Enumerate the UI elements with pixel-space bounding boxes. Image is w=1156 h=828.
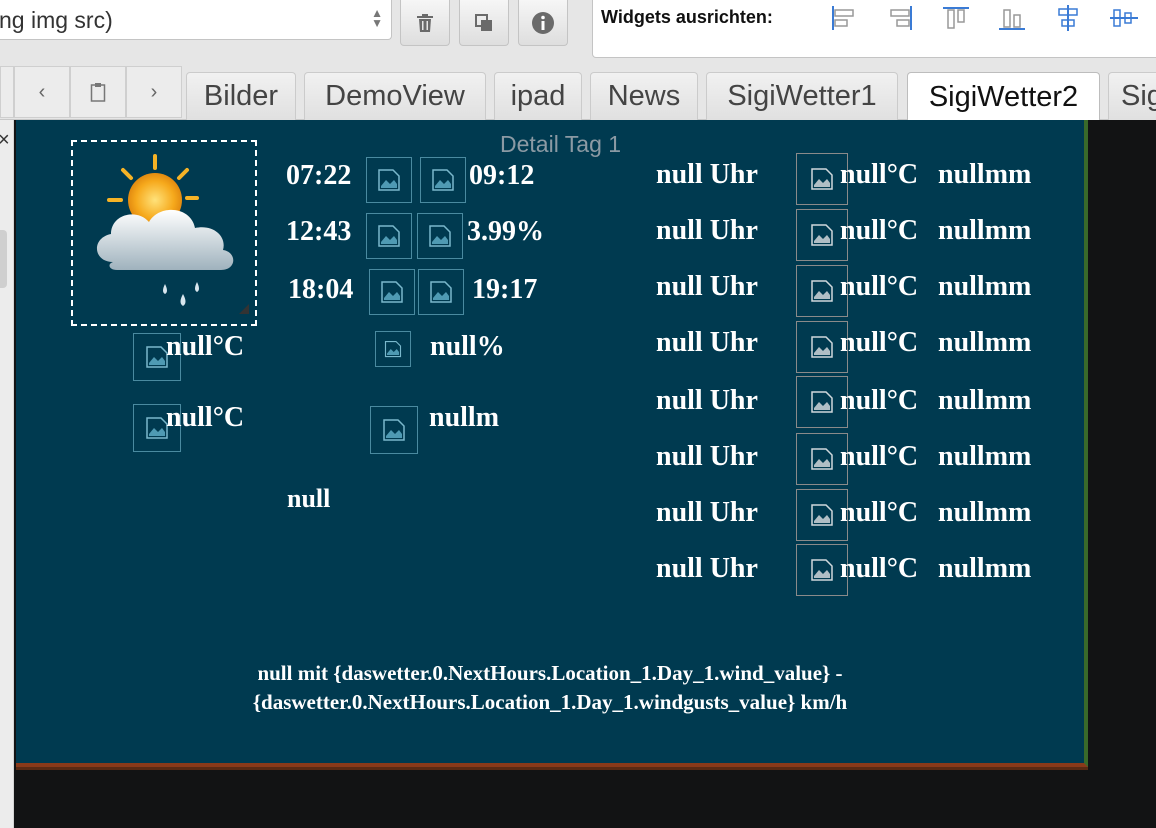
hour-time: null Uhr: [656, 385, 758, 416]
rain-mm: nullm: [429, 402, 500, 433]
trash-icon: [417, 13, 433, 32]
clipboard-icon: [90, 83, 106, 102]
hour-rain: nullmm: [938, 441, 1032, 472]
tab-demoview[interactable]: DemoView: [304, 72, 486, 120]
hour-rain: nullmm: [938, 327, 1032, 358]
tab-prev-button[interactable]: ‹: [14, 66, 70, 118]
wind-text-line1: null mit {daswetter.0.NextHours.Location…: [257, 661, 843, 685]
hour-temp: null°C: [840, 553, 919, 584]
hour-temp: null°C: [840, 327, 919, 358]
tab-news[interactable]: News: [590, 72, 698, 120]
left-sidebar-strip: [0, 120, 14, 828]
hour-time: null Uhr: [656, 553, 758, 584]
view-border-bottom: [16, 767, 1088, 770]
align-right-icon[interactable]: [885, 4, 915, 32]
top-toolbar: ng img src) ▲ ▼ Widgets ausrichten:: [0, 0, 1156, 62]
align-left-icon[interactable]: [829, 4, 859, 32]
align-center-horizontal-icon[interactable]: [1109, 4, 1139, 32]
sunset-time: 09:12: [469, 160, 535, 191]
moonset-time: 18:04: [288, 274, 354, 305]
day-length-time: 19:17: [472, 274, 538, 305]
tab-scroll-edge: [0, 66, 14, 118]
hour-temp: null°C: [840, 441, 919, 472]
broken-image-icon: [366, 157, 412, 203]
view-tab-bar: ‹ › Bilder DemoView ipad News SigiWetter…: [0, 62, 1156, 122]
temp-max: null°C: [166, 331, 245, 362]
tab-list-button[interactable]: [70, 66, 126, 118]
broken-image-icon: [369, 269, 415, 315]
hour-rain: nullmm: [938, 497, 1032, 528]
align-panel: Widgets ausrichten:: [592, 0, 1156, 58]
align-bottom-icon[interactable]: [997, 4, 1027, 32]
tab-ipad[interactable]: ipad: [494, 72, 582, 120]
hour-time: null Uhr: [656, 441, 758, 472]
select-arrows-icon: ▲ ▼: [371, 6, 383, 30]
hour-temp: null°C: [840, 159, 919, 190]
hour-temp: null°C: [840, 271, 919, 302]
delete-button[interactable]: [400, 0, 450, 46]
detail-title: Detail Tag 1: [500, 131, 622, 157]
hour-time: null Uhr: [656, 159, 758, 190]
hour-time: null Uhr: [656, 215, 758, 246]
broken-image-icon: [366, 213, 412, 259]
sun-cloud-rain-icon: [96, 154, 249, 314]
weather-image-widget[interactable]: [71, 140, 257, 326]
hour-rain: nullmm: [938, 271, 1032, 302]
moon-percent: 3.99%: [467, 216, 544, 247]
broken-image-icon: [370, 406, 418, 454]
hour-temp: null°C: [840, 215, 919, 246]
tab-sig[interactable]: Sig: [1108, 72, 1156, 120]
align-top-icon[interactable]: [941, 4, 971, 32]
align-label: Widgets ausrichten:: [601, 7, 773, 27]
hour-rain: nullmm: [938, 159, 1032, 190]
sunrise-time: 07:22: [286, 160, 352, 191]
broken-image-icon: [420, 157, 466, 203]
broken-image-icon: [417, 213, 463, 259]
hour-time: null Uhr: [656, 271, 758, 302]
moonrise-time: 12:43: [286, 216, 352, 247]
close-icon[interactable]: ×: [0, 129, 10, 152]
tab-sigiwetter2[interactable]: SigiWetter2: [907, 72, 1100, 122]
tab-sigiwetter1[interactable]: SigiWetter1: [706, 72, 898, 120]
tab-next-button[interactable]: ›: [126, 66, 182, 118]
hour-temp: null°C: [840, 497, 919, 528]
hour-rain: nullmm: [938, 553, 1032, 584]
chevron-left-icon: ‹: [38, 80, 46, 103]
align-center-vertical-icon[interactable]: [1053, 4, 1083, 32]
broken-image-icon: [375, 331, 411, 367]
hour-time: null Uhr: [656, 327, 758, 358]
chevron-right-icon: ›: [150, 80, 158, 103]
hour-temp: null°C: [840, 385, 919, 416]
widget-select[interactable]: ng img src) ▲ ▼: [0, 0, 392, 40]
hour-time: null Uhr: [656, 497, 758, 528]
copy-button[interactable]: [459, 0, 509, 46]
broken-image-icon: [418, 269, 464, 315]
copy-icon: [475, 13, 492, 31]
hour-rain: nullmm: [938, 385, 1032, 416]
weather-text: null: [287, 484, 331, 513]
info-button[interactable]: [518, 0, 568, 46]
rain-percent: null%: [430, 331, 505, 362]
hour-rain: nullmm: [938, 215, 1032, 246]
widget-select-value: ng img src): [0, 7, 113, 33]
info-icon: [532, 11, 554, 34]
wind-text: null mit {daswetter.0.NextHours.Location…: [150, 659, 950, 717]
tab-bilder[interactable]: Bilder: [186, 72, 296, 120]
temp-min: null°C: [166, 402, 245, 433]
wind-text-line2: {daswetter.0.NextHours.Location_1.Day_1.…: [252, 690, 848, 714]
sidebar-scrollbar[interactable]: [0, 230, 7, 288]
